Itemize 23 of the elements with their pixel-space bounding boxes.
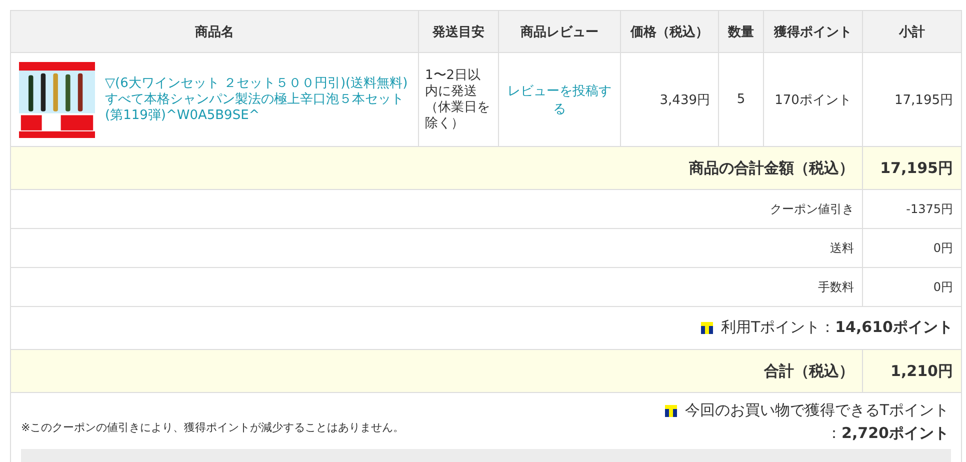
summary-label: 送料 xyxy=(10,228,862,268)
summary-value: -1375円 xyxy=(862,190,962,228)
summary-value: 1,210円 xyxy=(862,350,962,392)
note-text: ※このクーポンの値引きにより、獲得ポイントが減少することはありません。 xyxy=(21,420,404,434)
column-header: 価格（税込） xyxy=(620,10,718,52)
column-header: 商品レビュー xyxy=(498,10,620,52)
summary-label: 手数料 xyxy=(10,268,862,306)
summary-label: 合計（税込） xyxy=(10,350,862,392)
summary-label: クーポン値引き xyxy=(10,190,862,228)
used-points-text: 利用Tポイント：14,610ポイント xyxy=(720,318,953,338)
column-header: 商品名 xyxy=(10,10,418,52)
earned-points-label: 今回のお買い物で獲得できるTポイント xyxy=(684,401,949,420)
summary-label: 商品の合計金額（税込） xyxy=(10,146,862,190)
t-point-icon xyxy=(664,404,677,416)
earned-points-value: ：2,720ポイント xyxy=(826,424,949,443)
column-header: 獲得ポイント xyxy=(764,10,862,52)
summary-value: 0円 xyxy=(862,268,962,306)
summary-value: 0円 xyxy=(862,228,962,268)
column-header: 小計 xyxy=(862,10,962,52)
column-header: 発送目安 xyxy=(418,10,498,52)
column-header: 数量 xyxy=(718,10,764,52)
summary-value: 17,195円 xyxy=(862,146,962,190)
t-point-icon xyxy=(700,322,713,334)
